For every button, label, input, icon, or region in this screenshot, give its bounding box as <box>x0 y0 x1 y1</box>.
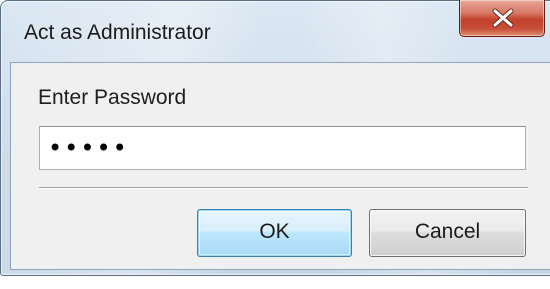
close-button[interactable] <box>459 0 545 37</box>
ok-button[interactable]: OK <box>197 209 352 257</box>
password-prompt-label: Enter Password <box>38 86 187 109</box>
separator-line <box>39 187 528 189</box>
window-title: Act as Administrator <box>24 21 211 44</box>
cancel-button[interactable]: Cancel <box>369 209 526 257</box>
title-bar[interactable]: Act as Administrator <box>1 0 550 59</box>
password-input[interactable] <box>39 126 526 170</box>
close-icon <box>492 8 514 28</box>
dialog-window: Act as Administrator Enter Password OK C… <box>0 0 550 276</box>
dialog-content: Enter Password OK Cancel <box>10 62 550 270</box>
